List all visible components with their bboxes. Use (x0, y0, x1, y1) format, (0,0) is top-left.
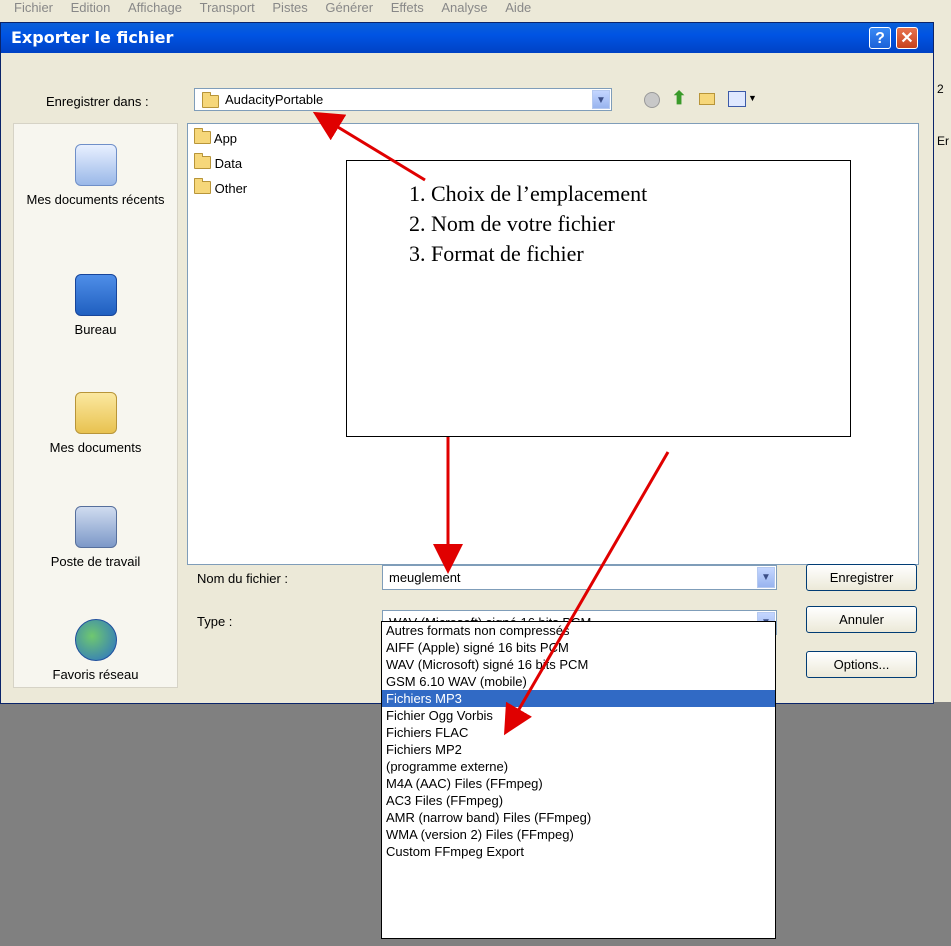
place-my-computer[interactable]: Poste de travail (14, 506, 177, 570)
list-item[interactable]: Other (194, 178, 248, 196)
type-option[interactable]: AC3 Files (FFmpeg) (382, 792, 775, 809)
menu-fichier[interactable]: Fichier (14, 1, 53, 14)
type-option-selected[interactable]: Fichiers MP3 (382, 690, 775, 707)
type-option[interactable]: Autres formats non compressés (382, 622, 775, 639)
annotation-list: 1. Choix de l’emplacement 2. Nom de votr… (409, 179, 647, 269)
menu-effets[interactable]: Effets (391, 1, 424, 14)
view-menu-arrow-icon[interactable]: ▼ (748, 93, 757, 103)
annotation-item: 3. Format de fichier (409, 241, 584, 266)
save-in-label: Enregistrer dans : (46, 94, 149, 109)
new-folder-icon[interactable] (699, 93, 715, 105)
annotation-box: 1. Choix de l’emplacement 2. Nom de votr… (346, 160, 851, 437)
my-computer-icon (74, 506, 117, 548)
menu-affichage[interactable]: Affichage (128, 1, 182, 14)
save-in-dropdown[interactable]: AudacityPortable ▼ (194, 88, 612, 111)
filename-label: Nom du fichier : (197, 571, 289, 586)
network-places-icon (74, 619, 117, 661)
save-in-value: AudacityPortable (225, 92, 324, 107)
type-label: Type : (197, 614, 233, 629)
file-name: Data (214, 156, 243, 171)
list-item[interactable]: Data (194, 153, 243, 171)
folder-icon (202, 92, 219, 108)
close-button[interactable]: ✕ (896, 27, 918, 49)
place-label: Bureau (74, 322, 117, 337)
places-bar: Mes documents récents Bureau Mes documen… (13, 123, 178, 688)
place-label: Poste de travail (50, 554, 141, 569)
type-option[interactable]: Fichier Ogg Vorbis (382, 707, 775, 724)
type-option[interactable]: GSM 6.10 WAV (mobile) (382, 673, 775, 690)
type-option[interactable]: Custom FFmpeg Export (382, 843, 775, 860)
type-options-list[interactable]: Autres formats non compressés AIFF (Appl… (381, 621, 776, 939)
options-button[interactable]: Options... (806, 651, 917, 678)
place-my-documents[interactable]: Mes documents (14, 392, 177, 456)
save-button[interactable]: Enregistrer (806, 564, 917, 591)
place-desktop[interactable]: Bureau (14, 274, 177, 338)
menu-edition[interactable]: Edition (71, 1, 111, 14)
type-option[interactable]: WMA (version 2) Files (FFmpeg) (382, 826, 775, 843)
cancel-button[interactable]: Annuler (806, 606, 917, 633)
title-bar[interactable]: Exporter le fichier ? ✕ (1, 23, 933, 53)
type-option[interactable]: M4A (AAC) Files (FFmpeg) (382, 775, 775, 792)
annotation-item: 2. Nom de votre fichier (409, 211, 615, 236)
chevron-down-icon[interactable]: ▼ (757, 567, 775, 588)
help-button[interactable]: ? (869, 27, 891, 49)
dialog-title: Exporter le fichier (11, 28, 174, 47)
menu-analyse[interactable]: Analyse (441, 1, 487, 14)
menu-generer[interactable]: Générer (325, 1, 373, 14)
chevron-down-icon[interactable]: ▼ (592, 90, 610, 109)
place-label: Mes documents (49, 440, 142, 455)
place-network[interactable]: Favoris réseau (14, 619, 177, 683)
recent-documents-icon (74, 144, 117, 186)
place-recent-documents[interactable]: Mes documents récents (14, 144, 177, 208)
type-option[interactable]: Fichiers FLAC (382, 724, 775, 741)
file-name: App (213, 131, 238, 146)
type-option[interactable]: WAV (Microsoft) signé 16 bits PCM (382, 656, 775, 673)
folder-icon (194, 178, 211, 194)
annotation-item: 1. Choix de l’emplacement (409, 181, 648, 206)
app-strip-text: 2 (937, 82, 944, 96)
my-documents-icon (74, 392, 117, 434)
menu-pistes[interactable]: Pistes (272, 1, 307, 14)
folder-icon (194, 153, 211, 169)
back-icon[interactable] (644, 92, 660, 108)
desktop-icon (74, 274, 117, 316)
type-option[interactable]: AMR (narrow band) Files (FFmpeg) (382, 809, 775, 826)
filename-field[interactable]: meuglement ▼ (382, 565, 777, 590)
folder-icon (194, 128, 211, 144)
filename-value: meuglement (389, 570, 461, 585)
type-option[interactable]: (programme externe) (382, 758, 775, 775)
menu-transport[interactable]: Transport (200, 1, 255, 14)
app-menubar: Fichier Edition Affichage Transport Pist… (0, 0, 951, 22)
file-name: Other (214, 181, 248, 196)
place-label: Favoris réseau (52, 667, 139, 682)
up-folder-icon[interactable]: ⬆ (668, 87, 690, 109)
app-strip-text: Er (937, 134, 949, 148)
type-option[interactable]: Fichiers MP2 (382, 741, 775, 758)
view-menu-icon[interactable] (728, 91, 746, 107)
list-item[interactable]: App (194, 128, 238, 146)
place-label: Mes documents récents (26, 192, 165, 207)
type-option[interactable]: AIFF (Apple) signé 16 bits PCM (382, 639, 775, 656)
menu-aide[interactable]: Aide (505, 1, 531, 14)
